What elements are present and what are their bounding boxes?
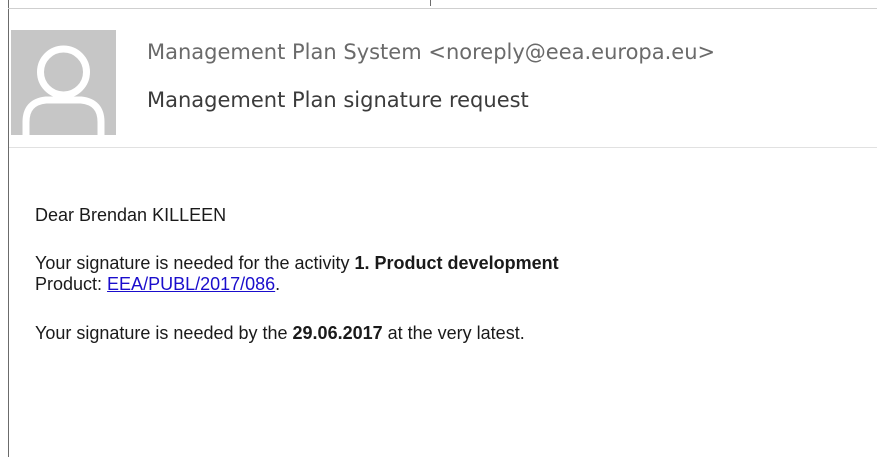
activity-paragraph: Your signature is needed for the activit… [35,253,865,295]
email-subject: Management Plan signature request [147,88,529,112]
email-reading-pane: Management Plan System <noreply@eea.euro… [0,0,877,457]
deadline-suffix: at the very latest. [382,323,525,343]
product-label: Product: [35,274,108,294]
product-suffix: . [275,274,281,294]
deadline-paragraph: Your signature is needed by the 29.06.20… [35,323,865,344]
deadline-date: 29.06.2017 [292,323,383,343]
sender-avatar[interactable] [11,30,116,135]
person-silhouette-icon [11,30,116,135]
product-link[interactable]: EEA/PUBL/2017/086 [107,274,275,294]
email-body: Dear Brendan KILLEEN Your signature is n… [35,205,865,344]
header-divider [9,147,877,148]
deadline-prefix: Your signature is needed by the [35,323,293,343]
sender-line[interactable]: Management Plan System <noreply@eea.euro… [147,40,715,64]
greeting: Dear Brendan KILLEEN [35,205,227,225]
email-header: Management Plan System <noreply@eea.euro… [9,9,877,147]
activity-prefix: Your signature is needed for the activit… [35,253,355,273]
pane-top-tick [430,0,431,6]
activity-name: 1. Product development [354,253,559,273]
